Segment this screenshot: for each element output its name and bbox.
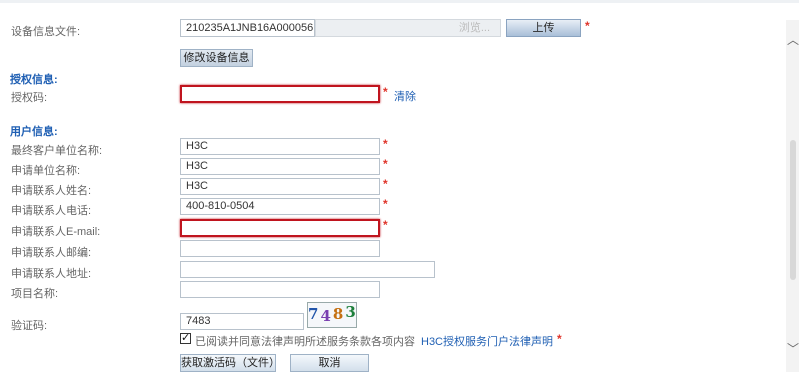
get-activation-code-button[interactable]: 获取激活码（文件） (180, 354, 280, 372)
device-info-label: 设备信息文件: (11, 26, 81, 38)
modify-device-info-button[interactable]: 修改设备信息 (180, 49, 253, 67)
browse-button[interactable]: 浏览... (315, 19, 501, 37)
legal-notice-link[interactable]: H3C授权服务门户法律声明 (421, 333, 553, 349)
upload-button[interactable]: 上传 (506, 19, 581, 37)
contact-phone-input[interactable]: 400-810-0504 (180, 198, 380, 215)
captcha-label: 验证码: (11, 320, 48, 332)
contact-phone-required: * (383, 197, 388, 211)
top-divider (0, 0, 799, 3)
auth-required-mark: * (383, 85, 388, 99)
contact-address-input[interactable] (180, 261, 435, 278)
cancel-button[interactable]: 取消 (290, 354, 369, 372)
captcha-image[interactable]: 7483 (307, 302, 357, 328)
auth-section-title: 授权信息: (10, 74, 58, 86)
end-customer-label: 最终客户单位名称: (11, 145, 103, 157)
scroll-down-arrow-icon[interactable]: ﹀ (787, 343, 799, 355)
captcha-input[interactable]: 7483 (180, 313, 304, 330)
contact-zip-input[interactable] (180, 240, 380, 257)
clear-link[interactable]: 清除 (394, 88, 416, 104)
contact-name-input[interactable]: H3C (180, 178, 380, 195)
device-required-mark: * (585, 19, 590, 33)
scrollbar-thumb[interactable] (790, 140, 796, 280)
contact-name-label: 申请联系人姓名: (11, 185, 92, 197)
captcha-char: 8 (332, 305, 346, 323)
agreement-checkbox[interactable]: ✓ (180, 333, 191, 344)
end-customer-required: * (383, 137, 388, 151)
device-file-input[interactable]: 210235A1JNB16A000056 (180, 19, 315, 37)
agreement-text: 已阅读并同意法律声明所述服务条款各项内容 (195, 336, 415, 348)
applicant-org-label: 申请单位名称: (11, 165, 81, 177)
contact-email-input[interactable] (180, 219, 380, 237)
auth-code-input[interactable] (180, 85, 380, 103)
end-customer-input[interactable]: H3C (180, 138, 380, 155)
contact-email-label: 申请联系人E-mail: (11, 226, 101, 238)
project-name-label: 项目名称: (11, 288, 59, 300)
user-section-title: 用户信息: (10, 126, 58, 138)
applicant-org-input[interactable]: H3C (180, 158, 380, 175)
captcha-char: 3 (345, 303, 358, 321)
contact-address-label: 申请联系人地址: (11, 268, 92, 280)
contact-name-required: * (383, 177, 388, 191)
contact-zip-label: 申请联系人邮编: (11, 247, 92, 259)
agreement-required-mark: * (557, 332, 562, 346)
scroll-up-arrow-icon[interactable]: ︿ (787, 34, 799, 46)
contact-email-required: * (383, 218, 388, 232)
applicant-org-required: * (383, 157, 388, 171)
project-name-input[interactable] (180, 281, 380, 298)
contact-phone-label: 申请联系人电话: (11, 205, 92, 217)
captcha-char: 4 (320, 307, 333, 325)
captcha-char: 7 (308, 305, 321, 323)
auth-code-label: 授权码: (11, 92, 48, 104)
